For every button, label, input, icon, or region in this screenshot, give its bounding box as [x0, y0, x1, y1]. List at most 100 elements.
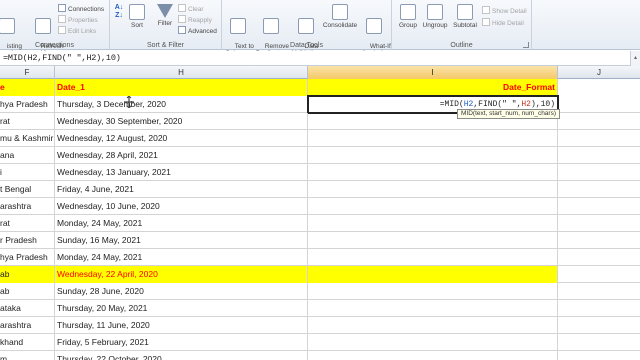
table-row: rat Monday, 24 May, 2021 [0, 215, 640, 232]
connections-button[interactable]: Connections [58, 4, 104, 13]
empty-cell[interactable] [558, 317, 640, 334]
date-cell[interactable]: Wednesday, 22 April, 2020 [55, 266, 308, 283]
empty-cell[interactable] [558, 96, 640, 113]
empty-cell[interactable] [558, 181, 640, 198]
state-cell[interactable]: arashtra [0, 317, 55, 334]
filter-button[interactable]: Filter [154, 4, 176, 27]
group-button[interactable]: Group [396, 4, 420, 29]
formula-bar-expand-icon[interactable]: ▴ [630, 51, 640, 66]
outline-dialog-launcher-icon[interactable] [523, 42, 529, 48]
properties-button[interactable]: Properties [58, 15, 98, 24]
date-format-cell[interactable] [308, 232, 558, 249]
advanced-button[interactable]: Advanced [178, 26, 217, 35]
state-cell[interactable]: hya Pradesh [0, 96, 55, 113]
clear-button[interactable]: Clear [178, 4, 204, 13]
date-cell[interactable]: Friday, 4 June, 2021 [55, 181, 308, 198]
state-cell[interactable]: rat [0, 113, 55, 130]
date-cell[interactable]: Wednesday, 10 June, 2020 [55, 198, 308, 215]
column-header-i[interactable]: I [308, 66, 558, 79]
column-header-j[interactable]: J [558, 66, 640, 79]
state-cell[interactable]: t Bengal [0, 181, 55, 198]
hide-detail-icon [482, 18, 490, 26]
date-format-cell[interactable] [308, 164, 558, 181]
ungroup-icon [427, 4, 443, 20]
date-format-cell[interactable] [308, 300, 558, 317]
empty-cell[interactable] [558, 351, 640, 360]
empty-cell[interactable] [558, 113, 640, 130]
state-cell[interactable]: rat [0, 215, 55, 232]
state-cell[interactable]: khand [0, 334, 55, 351]
header-cell-j[interactable] [558, 79, 640, 96]
function-tooltip: MID(text, start_num, num_chars) [457, 109, 560, 119]
date-cell[interactable]: Wednesday, 13 January, 2021 [55, 164, 308, 181]
table-row: khand Friday, 5 February, 2021 [0, 334, 640, 351]
subtotal-button[interactable]: Subtotal [450, 4, 480, 29]
empty-cell[interactable] [558, 334, 640, 351]
date-format-cell[interactable] [308, 215, 558, 232]
empty-cell[interactable] [558, 283, 640, 300]
header-cell-date-1[interactable]: Date_1 [55, 79, 308, 96]
header-cell-date-format[interactable]: Date_Format [308, 79, 558, 96]
date-cell[interactable]: Monday, 24 May, 2021 [55, 249, 308, 266]
date-cell[interactable]: Wednesday, 28 April, 2021 [55, 147, 308, 164]
edit-links-icon [58, 26, 66, 34]
date-format-cell[interactable] [308, 334, 558, 351]
reapply-button[interactable]: Reapply [178, 15, 212, 24]
data-tools-group-label: Data Tools [290, 42, 323, 49]
date-format-cell[interactable] [308, 266, 558, 283]
column-headers: F H I J [0, 66, 640, 79]
state-cell[interactable]: ana [0, 147, 55, 164]
header-cell-f[interactable]: e [0, 79, 55, 96]
column-header-f[interactable]: F [0, 66, 55, 79]
state-cell[interactable]: r Pradesh [0, 232, 55, 249]
formula-bar-text[interactable]: =MID(H2,FIND(" ",H2),10) [3, 53, 121, 63]
date-cell[interactable]: Sunday, 16 May, 2021 [55, 232, 308, 249]
date-cell[interactable]: Friday, 5 February, 2021 [55, 334, 308, 351]
ungroup-button[interactable]: Ungroup [420, 4, 450, 29]
state-cell[interactable]: ataka [0, 300, 55, 317]
date-format-cell[interactable] [308, 198, 558, 215]
empty-cell[interactable] [558, 147, 640, 164]
date-cell[interactable]: Wednesday, 12 August, 2020 [55, 130, 308, 147]
table-row: arashtra Wednesday, 10 June, 2020 [0, 198, 640, 215]
column-header-h[interactable]: H [55, 66, 308, 79]
date-cell[interactable]: Thursday, 11 June, 2020 [55, 317, 308, 334]
formula-bar[interactable]: =MID(H2,FIND(" ",H2),10) ▴ [0, 51, 640, 66]
state-cell[interactable]: m [0, 351, 55, 360]
sort-button[interactable]: Sort [126, 4, 148, 29]
hide-detail-button[interactable]: Hide Detail [482, 18, 524, 27]
sort-az-button[interactable]: A↓ Z↓ [112, 4, 126, 20]
empty-cell[interactable] [558, 249, 640, 266]
show-detail-button[interactable]: Show Detail [482, 6, 527, 15]
date-format-cell[interactable] [308, 317, 558, 334]
state-cell[interactable]: arashtra [0, 198, 55, 215]
empty-cell[interactable] [558, 164, 640, 181]
edit-links-button[interactable]: Edit Links [58, 26, 96, 35]
date-cell[interactable]: Thursday, 22 October, 2020 [55, 351, 308, 360]
date-cell[interactable]: Thursday, 20 May, 2021 [55, 300, 308, 317]
ribbon: isting nnections Refresh All Connections… [0, 0, 640, 57]
date-format-cell[interactable] [308, 283, 558, 300]
date-format-cell[interactable] [308, 249, 558, 266]
date-cell[interactable]: Monday, 24 May, 2021 [55, 215, 308, 232]
state-cell[interactable]: i [0, 164, 55, 181]
state-cell[interactable]: mu & Kashmir [0, 130, 55, 147]
date-cell[interactable]: Wednesday, 30 September, 2020 [55, 113, 308, 130]
state-cell[interactable]: ab [0, 283, 55, 300]
state-cell[interactable]: ab [0, 266, 55, 283]
empty-cell[interactable] [558, 300, 640, 317]
empty-cell[interactable] [558, 130, 640, 147]
empty-cell[interactable] [558, 215, 640, 232]
empty-cell[interactable] [558, 266, 640, 283]
date-format-cell[interactable] [308, 181, 558, 198]
state-cell[interactable]: hya Pradesh [0, 249, 55, 266]
empty-cell[interactable] [558, 198, 640, 215]
empty-cell[interactable] [558, 232, 640, 249]
date-format-cell[interactable] [308, 147, 558, 164]
date-cell[interactable]: Sunday, 28 June, 2020 [55, 283, 308, 300]
consolidate-button[interactable]: Consolidate [322, 4, 358, 29]
table-row: hya Pradesh Monday, 24 May, 2021 [0, 249, 640, 266]
date-format-cell[interactable] [308, 130, 558, 147]
date-format-cell[interactable] [308, 351, 558, 360]
date-cell[interactable]: Thursday, 3 December, 2020 [55, 96, 308, 113]
